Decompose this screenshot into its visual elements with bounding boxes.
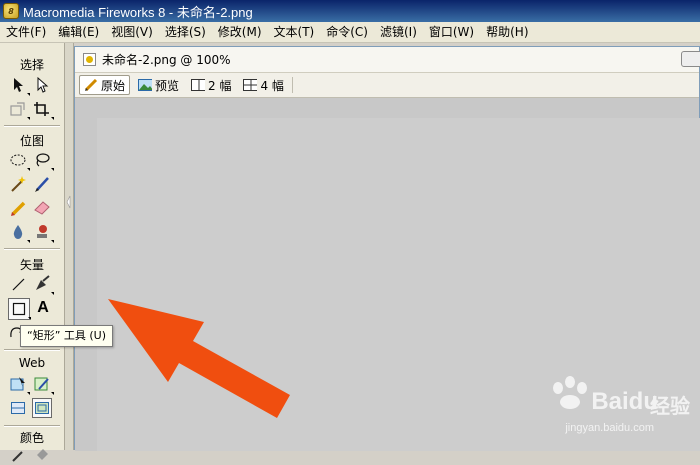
- tab-original-label: 原始: [101, 78, 126, 93]
- subselection-icon: [37, 77, 49, 93]
- separator-select: [4, 125, 60, 127]
- pencil-tool[interactable]: [8, 198, 28, 218]
- document-file-icon: [83, 53, 96, 66]
- pen-tool[interactable]: [32, 274, 54, 295]
- subselection-tool[interactable]: [32, 75, 52, 95]
- separator-bitmap: [4, 248, 60, 250]
- eraser-tool[interactable]: [32, 198, 52, 218]
- ellipse-marquee-icon: [10, 154, 26, 166]
- menu-help[interactable]: 帮助(H): [480, 22, 534, 42]
- crop-tool[interactable]: [32, 99, 54, 120]
- scale-tool[interactable]: [8, 99, 30, 120]
- pointer-tool[interactable]: [8, 75, 30, 96]
- tab-original[interactable]: 原始: [79, 75, 131, 95]
- menu-edit[interactable]: 编辑(E): [52, 22, 105, 42]
- rubber-stamp-tool[interactable]: [32, 222, 54, 243]
- window-control-button[interactable]: [681, 51, 700, 67]
- menu-file[interactable]: 文件(F): [0, 22, 52, 42]
- brush-tool[interactable]: [32, 174, 52, 194]
- section-label-colors: 颜色: [19, 431, 44, 445]
- baidu-jingyan-watermark: Baidu 经验 jingyan.baidu.com: [520, 376, 690, 442]
- tab-4-up[interactable]: 4 幅: [239, 75, 287, 95]
- window-title: Macromedia Fireworks 8 - 未命名-2.png: [23, 4, 253, 20]
- menu-text[interactable]: 文本(T): [268, 22, 321, 42]
- lasso-tool[interactable]: [32, 150, 54, 171]
- watermark-jingyan: 经验: [650, 394, 690, 418]
- show-slices-tool[interactable]: [32, 398, 52, 418]
- paw-logo-icon: [553, 376, 587, 409]
- tab-2-up-label: 2 幅: [208, 78, 232, 93]
- window-title-bar: 8 Macromedia Fireworks 8 - 未命名-2.png: [0, 0, 700, 22]
- menu-bar: 文件(F) 编辑(E) 视图(V) 选择(S) 修改(M) 文本(T) 命令(C…: [0, 22, 700, 43]
- menu-view[interactable]: 视图(V): [105, 22, 159, 42]
- menu-commands[interactable]: 命令(C): [320, 22, 374, 42]
- fireworks-app-icon[interactable]: 8: [3, 3, 19, 19]
- blur-tool[interactable]: [8, 222, 30, 243]
- two-up-icon: [191, 79, 206, 91]
- pen-icon: [36, 275, 50, 290]
- rectangle-tool[interactable]: [8, 298, 31, 320]
- line-icon: [12, 278, 25, 291]
- tools-panel: 选择 位图 矢量 A Web 颜色: [0, 43, 65, 462]
- separator-vector: [4, 349, 60, 351]
- show-slices-icon: [35, 402, 49, 414]
- paint-bucket-icon: [37, 449, 48, 460]
- image-preview-icon: [138, 79, 153, 91]
- hotspot-icon: [10, 377, 25, 391]
- marquee-tool[interactable]: [8, 150, 30, 171]
- app-icon-letter: 8: [8, 6, 14, 16]
- separator-web: [4, 425, 60, 427]
- pencil-icon: [84, 79, 98, 91]
- scale-icon: [10, 102, 25, 116]
- watermark-url: jingyan.baidu.com: [565, 422, 654, 434]
- slice-tool[interactable]: [32, 374, 54, 395]
- menu-filters[interactable]: 滤镜(I): [374, 22, 423, 42]
- section-label-web: Web: [18, 356, 46, 370]
- brush-icon: [35, 177, 49, 192]
- lasso-icon: [36, 153, 50, 167]
- rectangle-icon: [12, 302, 26, 316]
- pointer-icon: [14, 78, 23, 92]
- rubber-stamp-icon: [37, 225, 47, 238]
- menu-modify[interactable]: 修改(M): [212, 22, 268, 42]
- hotspot-tool[interactable]: [8, 374, 30, 395]
- eraser-icon: [34, 201, 50, 215]
- slice-icon: [34, 377, 49, 391]
- tab-2-up[interactable]: 2 幅: [187, 75, 235, 95]
- magic-wand-icon: [11, 176, 26, 192]
- tab-preview-label: 预览: [155, 78, 180, 93]
- paint-bucket-tool[interactable]: [32, 445, 52, 465]
- document-title: 未命名-2.png @ 100%: [102, 53, 231, 67]
- text-tool[interactable]: A: [33, 298, 53, 318]
- blur-drop-icon: [13, 225, 23, 239]
- text-tool-glyph: A: [37, 299, 49, 316]
- watermark-brand: Baidu: [591, 388, 658, 415]
- view-tabs: 原始 预览 2 幅 4 幅: [75, 73, 699, 98]
- hide-slices-tool[interactable]: [8, 398, 28, 418]
- section-label-vector: 矢量: [19, 258, 44, 272]
- line-tool[interactable]: [8, 274, 28, 294]
- eyedropper-tool[interactable]: [8, 445, 28, 465]
- document-title-bar: 未命名-2.png @ 100%: [75, 47, 700, 73]
- section-label-bitmap: 位图: [19, 134, 44, 148]
- menu-window[interactable]: 窗口(W): [423, 22, 480, 42]
- collapse-arrow-icon[interactable]: [66, 193, 71, 211]
- tab-preview[interactable]: 预览: [134, 75, 183, 95]
- menu-select[interactable]: 选择(S): [159, 22, 212, 42]
- tab-4-up-label: 4 幅: [260, 78, 284, 93]
- section-label-select: 选择: [19, 58, 44, 72]
- crop-icon: [34, 102, 49, 116]
- eyedropper-icon: [12, 451, 23, 462]
- four-up-icon: [243, 79, 258, 91]
- rectangle-tool-tooltip: “矩形” 工具 (U): [20, 325, 114, 347]
- hide-slices-icon: [11, 402, 25, 414]
- pencil-icon: [11, 201, 26, 216]
- tabs-separator: [291, 77, 293, 93]
- panel-splitter[interactable]: [65, 43, 74, 450]
- magic-wand-tool[interactable]: [8, 174, 28, 194]
